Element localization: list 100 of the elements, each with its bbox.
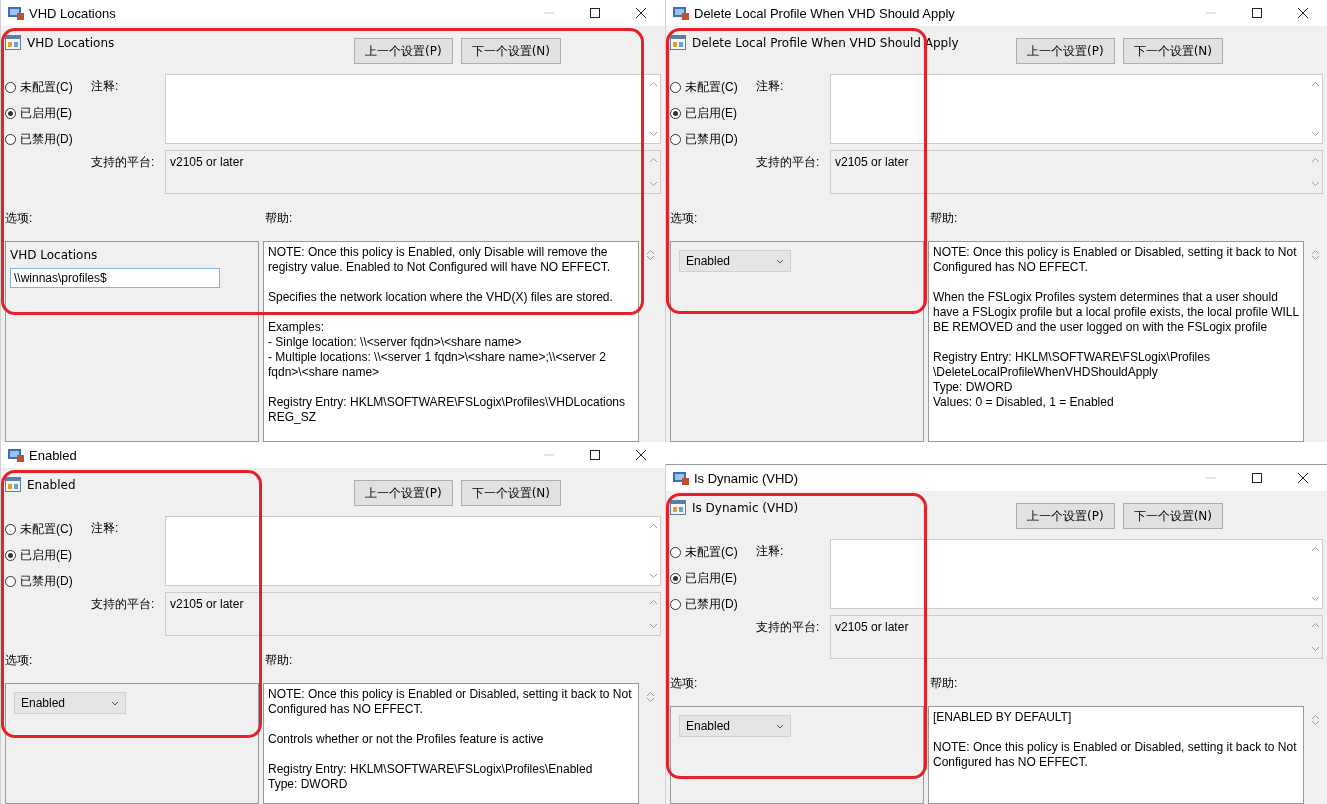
scroll-up-icon	[1310, 622, 1320, 628]
radio-button[interactable]	[5, 550, 16, 561]
close-icon[interactable]	[1297, 472, 1309, 484]
text-field[interactable]: \\winnas\profiles$	[10, 268, 220, 288]
close-icon[interactable]	[1297, 7, 1309, 19]
window-title: Enabled	[29, 447, 77, 463]
policy-title: Is Dynamic (VHD)	[692, 500, 799, 515]
help-text: Specifies the network location where the VHD(X) files are stored.	[268, 290, 614, 305]
help-text: Registry Entry: HKLM\SOFTWARE\FSLogix\Profiles	[933, 350, 1211, 365]
radio-button[interactable]	[670, 547, 681, 558]
radio-button[interactable]	[5, 524, 16, 535]
app-icon	[672, 470, 690, 486]
radio-label[interactable]: 已启用(E)	[685, 105, 737, 122]
nav-button[interactable]: 下一个设置(N)	[1122, 38, 1223, 64]
field-label: 注释:	[756, 543, 785, 560]
radio-label[interactable]: 已禁用(D)	[20, 573, 73, 590]
radio-button[interactable]	[670, 599, 681, 610]
nav-button[interactable]: 上一个设置(P)	[354, 480, 453, 506]
section-label: 选项:	[670, 210, 699, 227]
option-label: VHD Locations	[10, 248, 99, 262]
app-icon	[7, 5, 25, 21]
close-icon[interactable]	[635, 449, 647, 461]
radio-button[interactable]	[5, 134, 16, 145]
scroll-down-icon	[645, 697, 655, 703]
section-label: 选项:	[5, 652, 34, 669]
help-text: Controls whether or not the Profiles feature is active	[268, 732, 545, 747]
section-label: 帮助:	[265, 652, 293, 669]
radio-label[interactable]: 已禁用(D)	[685, 131, 738, 148]
radio-button[interactable]	[5, 108, 16, 119]
scroll-down-icon	[1310, 255, 1320, 261]
scroll-up-icon	[645, 691, 655, 697]
radio-label[interactable]: 已启用(E)	[685, 570, 737, 587]
nav-button[interactable]: 下一个设置(N)	[1122, 503, 1223, 529]
help-text: Type: DWORD	[268, 777, 349, 792]
app-icon	[672, 5, 690, 21]
maximize-icon[interactable]	[1251, 7, 1263, 19]
radio-button[interactable]	[670, 82, 681, 93]
radio-label[interactable]: 未配置(C)	[685, 544, 738, 561]
field-label: 支持的平台:	[91, 154, 156, 171]
radio-button[interactable]	[5, 576, 16, 587]
comment-field[interactable]	[165, 516, 661, 586]
comment-field[interactable]	[830, 74, 1323, 144]
scroll-down-icon	[648, 573, 658, 579]
radio-label[interactable]: 已禁用(D)	[685, 596, 738, 613]
radio-button[interactable]	[670, 108, 681, 119]
scroll-down-icon	[648, 623, 658, 629]
scroll-up-icon	[1310, 714, 1320, 720]
app-icon	[7, 447, 25, 463]
help-text: NOTE: Once this policy is Enabled or Disabled, setting it back to Not Configured has NO EFFECT.	[933, 740, 1298, 770]
scroll-up-icon	[648, 157, 658, 163]
radio-button[interactable]	[5, 82, 16, 93]
policy-title: VHD Locations	[27, 35, 115, 50]
nav-button[interactable]: 上一个设置(P)	[1016, 503, 1115, 529]
policy-title: Enabled	[27, 477, 76, 492]
section-label: 选项:	[5, 210, 34, 227]
field-label: 支持的平台:	[756, 619, 821, 636]
help-text: NOTE: Once this policy is Enabled, only Disable will remove the registry value. Enabled to Not Configured will have NO EFFECT.	[268, 245, 612, 275]
chevron-down-icon	[776, 723, 784, 729]
radio-button[interactable]	[670, 134, 681, 145]
maximize-icon[interactable]	[1251, 472, 1263, 484]
dropdown[interactable]: Enabled	[679, 250, 791, 272]
radio-label[interactable]: 未配置(C)	[20, 79, 73, 96]
field-label: 注释:	[91, 520, 120, 537]
policy-icon	[5, 476, 21, 492]
policy-title: Delete Local Profile When VHD Should Apply	[692, 35, 959, 50]
window-title: Delete Local Profile When VHD Should Apply	[694, 5, 955, 21]
policy-icon	[670, 34, 686, 50]
field-label: 注释:	[756, 78, 785, 95]
field-label: 支持的平台:	[756, 154, 821, 171]
scroll-up-icon	[648, 81, 658, 87]
dropdown[interactable]: Enabled	[14, 692, 126, 714]
platform-text: v2105 or later	[169, 596, 245, 613]
close-icon[interactable]	[635, 7, 647, 19]
radio-button[interactable]	[670, 573, 681, 584]
field-label: 注释:	[91, 78, 120, 95]
nav-button[interactable]: 上一个设置(P)	[354, 38, 453, 64]
platform-text: v2105 or later	[834, 154, 910, 171]
scroll-up-icon	[648, 599, 658, 605]
help-text: Values: 0 = Disabled, 1 = Enabled	[933, 395, 1115, 410]
chevron-down-icon	[111, 700, 119, 706]
radio-label[interactable]: 未配置(C)	[685, 79, 738, 96]
scroll-down-icon	[645, 255, 655, 261]
radio-label[interactable]: 未配置(C)	[20, 521, 73, 538]
radio-label[interactable]: 已启用(E)	[20, 547, 72, 564]
nav-button[interactable]: 上一个设置(P)	[1016, 38, 1115, 64]
scroll-up-icon	[1310, 249, 1320, 255]
radio-label[interactable]: 已启用(E)	[20, 105, 72, 122]
maximize-icon[interactable]	[589, 7, 601, 19]
comment-field[interactable]	[830, 539, 1323, 609]
chevron-down-icon	[776, 258, 784, 264]
radio-label[interactable]: 已禁用(D)	[20, 131, 73, 148]
platform-text: v2105 or later	[169, 154, 245, 171]
nav-button[interactable]: 下一个设置(N)	[460, 38, 561, 64]
maximize-icon[interactable]	[589, 449, 601, 461]
help-text: [ENABLED BY DEFAULT]	[933, 710, 1073, 725]
nav-button[interactable]: 下一个设置(N)	[460, 480, 561, 506]
scroll-up-icon	[1310, 81, 1320, 87]
comment-field[interactable]	[165, 74, 661, 144]
window-title: VHD Locations	[29, 5, 116, 21]
dropdown[interactable]: Enabled	[679, 715, 791, 737]
